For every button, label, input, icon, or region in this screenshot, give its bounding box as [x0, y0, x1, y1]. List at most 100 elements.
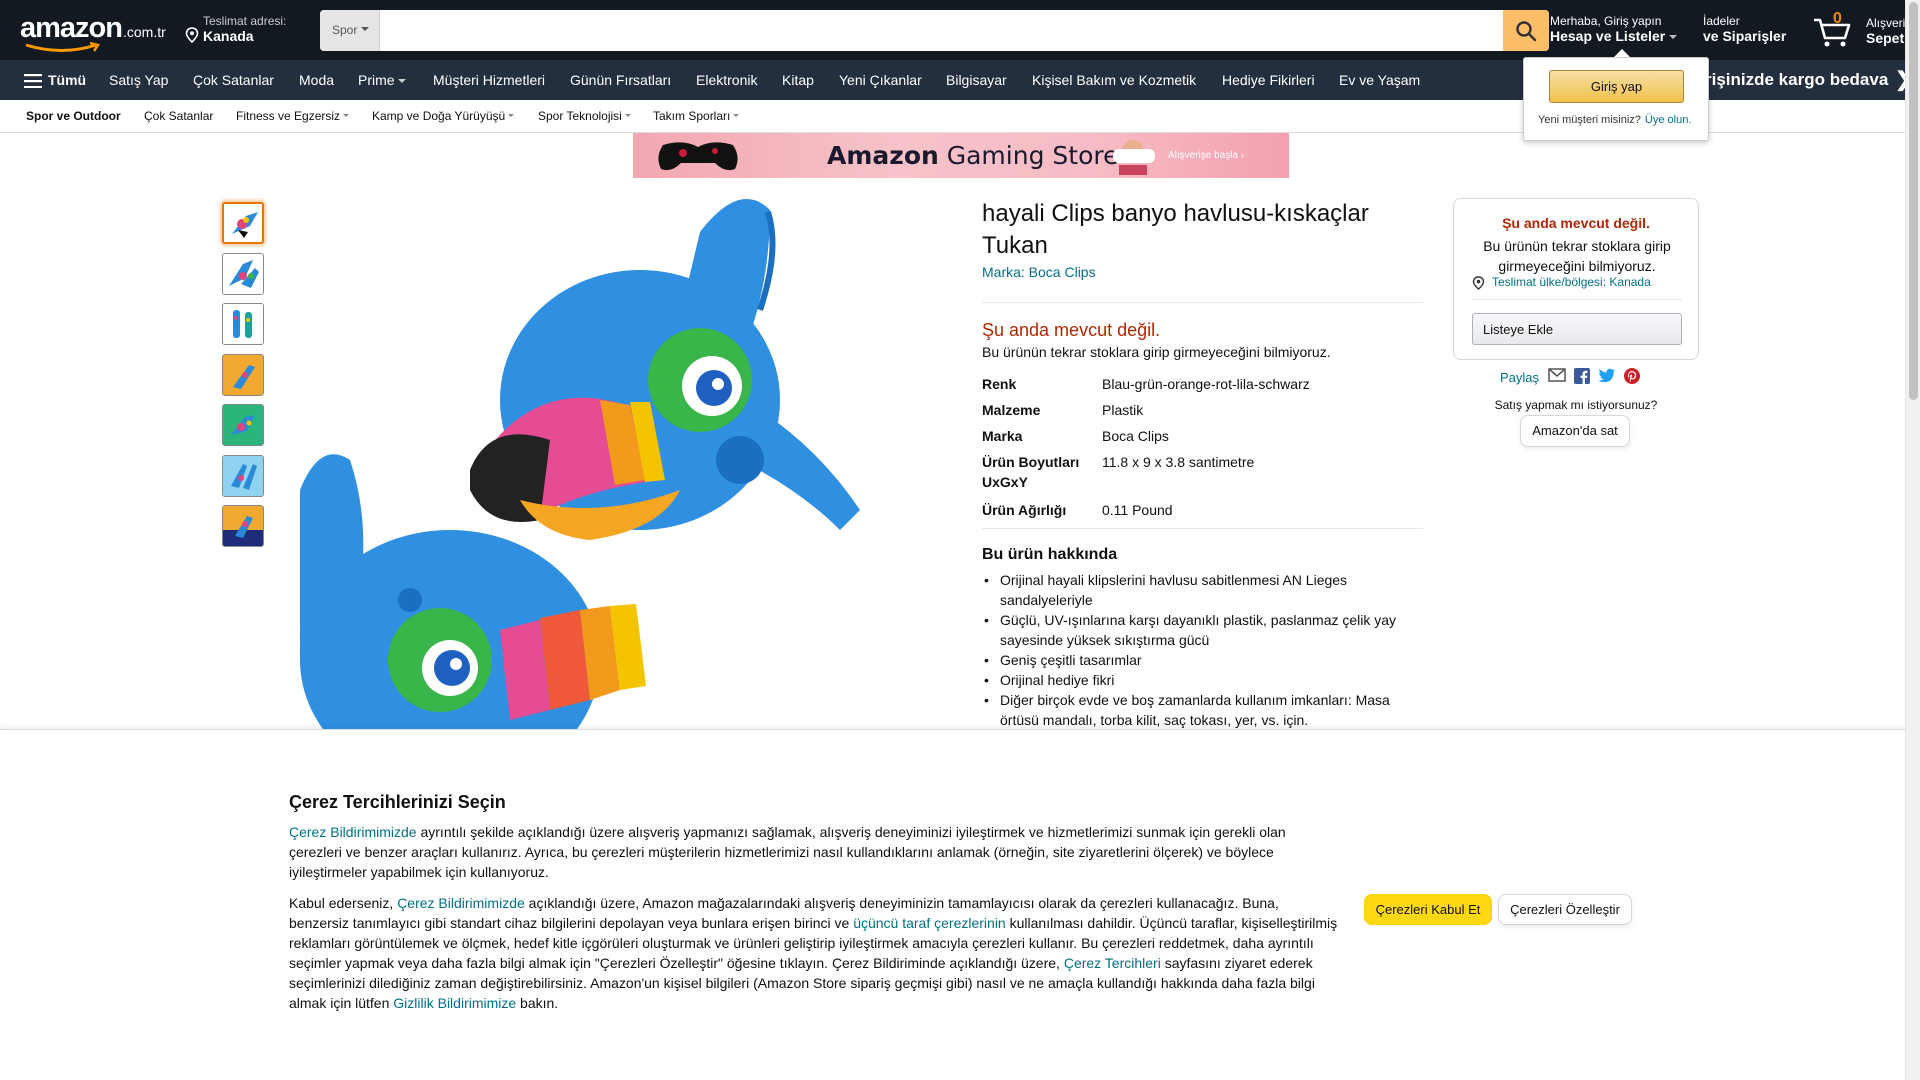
spec-row-material: Malzeme Plastik: [982, 402, 1144, 418]
list-item: Diğer birçok evde ve boş zamanlarda kull…: [982, 690, 1422, 730]
thumbnail-7[interactable]: [222, 505, 264, 547]
account-flyout: Giriş yap Yeni müşteri misiniz? Üye olun.: [1523, 49, 1709, 141]
nav-beauty[interactable]: Kişisel Bakım ve Kozmetik: [1032, 60, 1196, 100]
delivery-location-link[interactable]: Teslimat ülke/bölgesi: Kanada: [1472, 275, 1682, 290]
scrollbar-thumb[interactable]: [1909, 2, 1918, 400]
new-customer-prompt: Yeni müşteri misiniz? Üye olun.: [1538, 114, 1692, 126]
signin-button[interactable]: Giriş yap: [1549, 70, 1684, 103]
cookie-notice-link[interactable]: Çerez Bildirimimizde: [289, 824, 417, 840]
nav-electronics[interactable]: Elektronik: [696, 60, 757, 100]
list-item: Geniş çeşitli tasarımlar: [982, 650, 1422, 670]
thumbnail-1[interactable]: [222, 202, 264, 244]
all-menu-button[interactable]: Tümü: [24, 60, 86, 100]
share-icons: [1548, 368, 1640, 384]
nav-books[interactable]: Kitap: [782, 60, 814, 100]
privacy-notice-link[interactable]: Gizlilik Bildirimimize: [393, 995, 516, 1011]
divider: [1472, 299, 1682, 300]
toucan-thumb-image: [223, 355, 263, 395]
toucan-thumb-image: [223, 456, 263, 496]
thumbnail-2[interactable]: [222, 253, 264, 295]
nav-gift-ideas[interactable]: Hediye Fikirleri: [1222, 60, 1315, 100]
thumbnail-3[interactable]: [222, 303, 264, 345]
thumbnail-4[interactable]: [222, 354, 264, 396]
share-link[interactable]: Paylaş: [1500, 370, 1539, 385]
divider: [982, 302, 1423, 303]
search-bar: Spor: [320, 10, 1549, 51]
subnav-sports-outdoor[interactable]: Spor ve Outdoor: [26, 100, 121, 133]
list-item: Orijinal hediye fikri: [982, 670, 1422, 690]
subnav-sports-tech[interactable]: Spor Teknolojisi: [538, 100, 631, 133]
cookie-notice-link[interactable]: Çerez Bildirimimizde: [397, 895, 525, 911]
spec-row-color: Renk Blau-grün-orange-rot-lila-schwarz: [982, 376, 1310, 392]
nav-deals[interactable]: Günün Fırsatları: [570, 60, 671, 100]
subnav-camping[interactable]: Kamp ve Doğa Yürüyüşü: [372, 100, 515, 133]
thumbnail-5[interactable]: [222, 404, 264, 446]
vr-headset-icon: [1113, 140, 1155, 175]
account-lists[interactable]: Merhaba, Giriş yapın Hesap ve Listeler: [1550, 14, 1678, 44]
search-input[interactable]: [380, 10, 1501, 51]
cookie-paragraph-2: Kabul ederseniz, Çerez Bildirimimizde aç…: [289, 895, 1338, 1011]
subnav-fitness[interactable]: Fitness ve Egzersiz: [236, 100, 350, 133]
nav-computers[interactable]: Bilgisayar: [946, 60, 1007, 100]
twitter-icon[interactable]: [1598, 368, 1616, 383]
deliver-to[interactable]: Teslimat adresi: Kanada: [185, 14, 286, 44]
cart-button[interactable]: 0 Alışveriş Sepeti: [1812, 10, 1912, 50]
toucan-thumb-image: [223, 304, 263, 344]
third-party-cookies-link[interactable]: üçüncü taraf çerezlerinin: [853, 915, 1006, 931]
buybox-availability: Şu anda mevcut değil.: [1502, 215, 1650, 231]
page-scrollbar[interactable]: [1905, 0, 1920, 1080]
spec-row-weight: Ürün Ağırlığı 0.11 Pound: [982, 502, 1173, 518]
cookie-preferences-link[interactable]: Çerez Tercihleri: [1064, 955, 1161, 971]
controller-icon: [658, 142, 738, 171]
nav-prime[interactable]: Prime: [358, 60, 407, 100]
spec-row-brand: Marka Boca Clips: [982, 428, 1169, 444]
spec-row-dimensions: Ürün Boyutları UxGxY 11.8 x 9 x 3.8 santi…: [982, 454, 1255, 490]
gaming-store-banner[interactable]: Amazon Gaming Store Alışverişe başla ›: [633, 133, 1289, 178]
product-title: hayali Clips banyo havlusu-kıskaçlar Tuk…: [982, 200, 1369, 259]
subnav-team-sports[interactable]: Takım Sporları: [653, 100, 740, 133]
about-heading: Bu ürün hakkında: [982, 546, 1118, 563]
search-button[interactable]: [1503, 10, 1549, 51]
subnav-bestsellers[interactable]: Çok Satanlar: [144, 100, 213, 133]
facebook-icon[interactable]: [1574, 368, 1590, 384]
returns-orders[interactable]: İadeler ve Siparişler: [1703, 14, 1786, 44]
availability-note: Bu ürünün tekrar stoklara girip girmeyec…: [982, 344, 1331, 360]
free-shipping-promo[interactable]: rişinizde kargo bedava: [1705, 60, 1888, 100]
chevron-down-icon: [398, 79, 407, 87]
chevron-down-icon: [508, 114, 515, 120]
chevron-down-icon: [1669, 35, 1678, 43]
nav-bestsellers[interactable]: Çok Satanlar: [193, 60, 274, 100]
accept-cookies-button[interactable]: Çerezleri Kabul Et: [1364, 894, 1492, 925]
about-list: Orijinal hayali klipslerini havlusu sabi…: [982, 570, 1422, 730]
banner-title: Amazon Gaming Store: [827, 141, 1119, 170]
buy-box: Şu anda mevcut değil. Bu ürünün tekrar s…: [1453, 198, 1699, 360]
amazon-logo[interactable]: amazon.com.tr: [20, 12, 166, 52]
availability-status: Şu anda mevcut değil.: [982, 320, 1161, 340]
customize-cookies-button[interactable]: Çerezleri Özelleştir: [1498, 894, 1632, 925]
toucan-clip-image: [300, 199, 860, 730]
nav-new-releases[interactable]: Yeni Çıkanlar: [839, 60, 922, 100]
list-item: Güçlü, UV-ışınlarına karşı dayanıklı pla…: [982, 610, 1422, 650]
nav-home-living[interactable]: Ev ve Yaşam: [1339, 60, 1420, 100]
nav-fashion[interactable]: Moda: [299, 60, 334, 100]
chevron-down-icon: [624, 114, 631, 120]
location-pin-icon: [1472, 276, 1485, 290]
banner-cta[interactable]: Alışverişe başla ›: [1168, 150, 1244, 161]
thumbnail-6[interactable]: [222, 455, 264, 497]
cookie-paragraph-1: Çerez Bildirimimizde ayrıntılı şekilde a…: [289, 824, 1286, 880]
email-icon[interactable]: [1548, 368, 1566, 382]
pinterest-icon[interactable]: [1624, 368, 1640, 384]
buybox-note: Bu ürünün tekrar stoklara girip girmeyec…: [1483, 238, 1671, 274]
nav-sell[interactable]: Satış Yap: [109, 60, 168, 100]
hamburger-icon: [24, 74, 42, 88]
brand-link[interactable]: Marka: Boca Clips: [982, 264, 1096, 280]
cookie-consent-banner: Çerez Tercihlerinizi Seçin Çerez Bildiri…: [0, 729, 1920, 1080]
sell-on-amazon-button[interactable]: Amazon'da sat: [1520, 415, 1630, 447]
search-category-select[interactable]: Spor: [320, 10, 380, 51]
nav-customer-service[interactable]: Müşteri Hizmetleri: [433, 60, 545, 100]
product-main-image[interactable]: [300, 190, 960, 730]
list-item: Orijinal hayali klipslerini havlusu sabi…: [982, 570, 1422, 610]
toucan-thumb-image: [223, 254, 263, 294]
signup-link[interactable]: Üye olun.: [1645, 114, 1691, 126]
add-to-list-button[interactable]: Listeye Ekle: [1472, 313, 1682, 345]
